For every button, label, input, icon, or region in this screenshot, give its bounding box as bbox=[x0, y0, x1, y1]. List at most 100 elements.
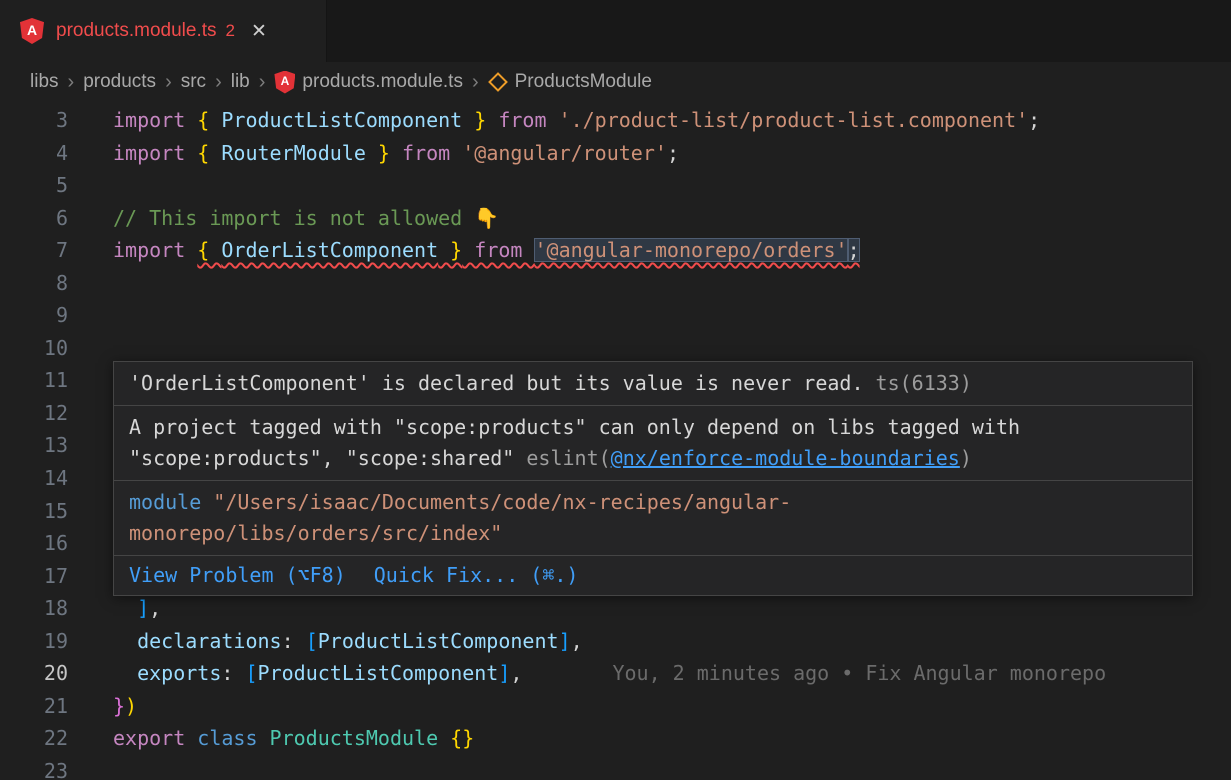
code-line[interactable]: 18 ], bbox=[0, 592, 1231, 625]
line-number[interactable]: 20 bbox=[0, 657, 68, 690]
hover-message-line: monorepo/libs/orders/src/index" bbox=[129, 518, 1177, 549]
error-hover-popup: 'OrderListComponent' is declared but its… bbox=[113, 361, 1193, 596]
line-number[interactable]: 21 bbox=[0, 690, 68, 723]
hover-messages: 'OrderListComponent' is declared but its… bbox=[114, 362, 1192, 556]
code-token: ; bbox=[848, 238, 860, 262]
breadcrumb-file-label: products.module.ts bbox=[302, 71, 463, 93]
code-line-content[interactable]: declarations: [ProductListComponent], bbox=[113, 625, 583, 658]
hover-text: 'OrderListComponent' is declared but its… bbox=[129, 371, 864, 395]
code-token: from bbox=[486, 108, 558, 132]
code-token: [ bbox=[306, 629, 318, 653]
chevron-separator-icon: › bbox=[472, 71, 479, 94]
chevron-separator-icon: › bbox=[259, 71, 266, 94]
line-number[interactable]: 11 bbox=[0, 364, 68, 397]
code-token: ProductsModule bbox=[270, 726, 439, 750]
code-line[interactable]: 6 // This import is not allowed 👇 bbox=[0, 202, 1231, 235]
code-token: ProductListComponent bbox=[221, 108, 462, 132]
code-line[interactable]: 10 bbox=[0, 332, 1231, 365]
line-number[interactable]: 8 bbox=[0, 267, 68, 300]
code-token: { bbox=[197, 141, 221, 165]
code-token bbox=[113, 661, 137, 685]
code-line-content[interactable]: import { RouterModule } from '@angular/r… bbox=[113, 137, 679, 170]
code-line[interactable]: 20 exports: [ProductListComponent],You, … bbox=[0, 657, 1231, 690]
angular-file-icon: A bbox=[274, 71, 295, 94]
line-number[interactable]: 6 bbox=[0, 202, 68, 235]
line-number[interactable]: 22 bbox=[0, 722, 68, 755]
line-number[interactable]: 9 bbox=[0, 299, 68, 332]
line-number[interactable]: 13 bbox=[0, 429, 68, 462]
code-token: exports bbox=[137, 661, 221, 685]
tab-bar: A products.module.ts 2 ✕ bbox=[0, 0, 1231, 62]
hover-text: ts(6133) bbox=[864, 371, 972, 395]
line-number[interactable]: 15 bbox=[0, 495, 68, 528]
code-token: : bbox=[282, 629, 306, 653]
hover-text: "scope:products", "scope:shared" bbox=[129, 446, 526, 470]
code-line[interactable]: 22 export class ProductsModule {} bbox=[0, 722, 1231, 755]
code-line-content[interactable]: // This import is not allowed 👇 bbox=[113, 202, 499, 235]
code-token: './product-list/product-list.component' bbox=[559, 108, 1029, 132]
code-token: ; bbox=[667, 141, 679, 165]
code-token: { bbox=[197, 108, 221, 132]
code-line-content[interactable]: }) bbox=[113, 690, 137, 723]
code-token: ] bbox=[559, 629, 571, 653]
code-token: ProductListComponent bbox=[318, 629, 559, 653]
breadcrumb-item-symbol[interactable]: ProductsModule bbox=[488, 71, 652, 93]
hover-text: module bbox=[129, 490, 213, 514]
code-token: ProductListComponent bbox=[258, 661, 499, 685]
line-number[interactable]: 7 bbox=[0, 234, 68, 267]
line-number[interactable]: 14 bbox=[0, 462, 68, 495]
breadcrumb-item-libs[interactable]: libs bbox=[30, 71, 59, 93]
view-problem-link[interactable]: View Problem (⌥F8) bbox=[129, 560, 346, 591]
code-token: {} bbox=[450, 726, 474, 750]
eslint-rule-link[interactable]: @nx/enforce-module-boundaries bbox=[611, 446, 960, 470]
tab-close-icon[interactable]: ✕ bbox=[251, 20, 267, 43]
tab-title: products.module.ts bbox=[56, 20, 217, 42]
code-line-content[interactable]: import { ProductListComponent } from './… bbox=[113, 104, 1040, 137]
code-editor[interactable]: 3 import { ProductListComponent } from '.… bbox=[0, 102, 1231, 780]
code-line-content[interactable]: ], bbox=[113, 592, 161, 625]
code-line[interactable]: 7 import { OrderListComponent } from '@an… bbox=[0, 234, 1231, 267]
code-token: : bbox=[221, 661, 245, 685]
line-number[interactable]: 23 bbox=[0, 755, 68, 780]
code-token: } bbox=[366, 141, 390, 165]
code-line[interactable]: 3 import { ProductListComponent } from '.… bbox=[0, 104, 1231, 137]
code-token: '@angular-monorepo/orders' bbox=[534, 238, 847, 262]
code-token bbox=[113, 629, 137, 653]
code-line[interactable]: 8 bbox=[0, 267, 1231, 300]
breadcrumb-item-src[interactable]: src bbox=[181, 71, 206, 93]
hover-text: ) bbox=[960, 446, 972, 470]
code-line[interactable]: 19 declarations: [ProductListComponent], bbox=[0, 625, 1231, 658]
code-line[interactable]: 5 bbox=[0, 169, 1231, 202]
code-line-content[interactable]: import { OrderListComponent } from '@ang… bbox=[113, 234, 860, 267]
line-number[interactable]: 5 bbox=[0, 169, 68, 202]
line-number[interactable]: 12 bbox=[0, 397, 68, 430]
code-line-content[interactable]: exports: [ProductListComponent],You, 2 m… bbox=[113, 657, 1106, 690]
code-token: 👇 bbox=[474, 206, 499, 230]
breadcrumb-item-file[interactable]: A products.module.ts bbox=[274, 71, 463, 94]
code-line[interactable]: 21}) bbox=[0, 690, 1231, 723]
code-line[interactable]: 9 bbox=[0, 299, 1231, 332]
code-line[interactable]: 4 import { RouterModule } from '@angular/… bbox=[0, 137, 1231, 170]
code-token: , bbox=[510, 661, 522, 685]
line-number[interactable]: 10 bbox=[0, 332, 68, 365]
code-line-content[interactable]: export class ProductsModule {} bbox=[113, 722, 474, 755]
code-token: } bbox=[113, 694, 125, 718]
hover-text: A project tagged with "scope:products" c… bbox=[129, 415, 1020, 439]
line-number[interactable]: 4 bbox=[0, 137, 68, 170]
breadcrumb-symbol-label: ProductsModule bbox=[515, 71, 652, 93]
code-token: '@angular/router' bbox=[462, 141, 667, 165]
line-number[interactable]: 18 bbox=[0, 592, 68, 625]
code-token: from bbox=[462, 238, 534, 262]
line-number[interactable]: 16 bbox=[0, 527, 68, 560]
hover-text: "/Users/isaac/Documents/code/nx-recipes/… bbox=[213, 490, 791, 514]
quick-fix-link[interactable]: Quick Fix... (⌘.) bbox=[374, 560, 579, 591]
code-token: import bbox=[113, 108, 197, 132]
breadcrumb-item-products[interactable]: products bbox=[83, 71, 156, 93]
code-token: ) bbox=[125, 694, 137, 718]
editor-tab-products-module[interactable]: A products.module.ts 2 ✕ bbox=[0, 0, 327, 62]
breadcrumb-item-lib[interactable]: lib bbox=[231, 71, 250, 93]
code-line[interactable]: 23 bbox=[0, 755, 1231, 780]
line-number[interactable]: 3 bbox=[0, 104, 68, 137]
line-number[interactable]: 17 bbox=[0, 560, 68, 593]
line-number[interactable]: 19 bbox=[0, 625, 68, 658]
